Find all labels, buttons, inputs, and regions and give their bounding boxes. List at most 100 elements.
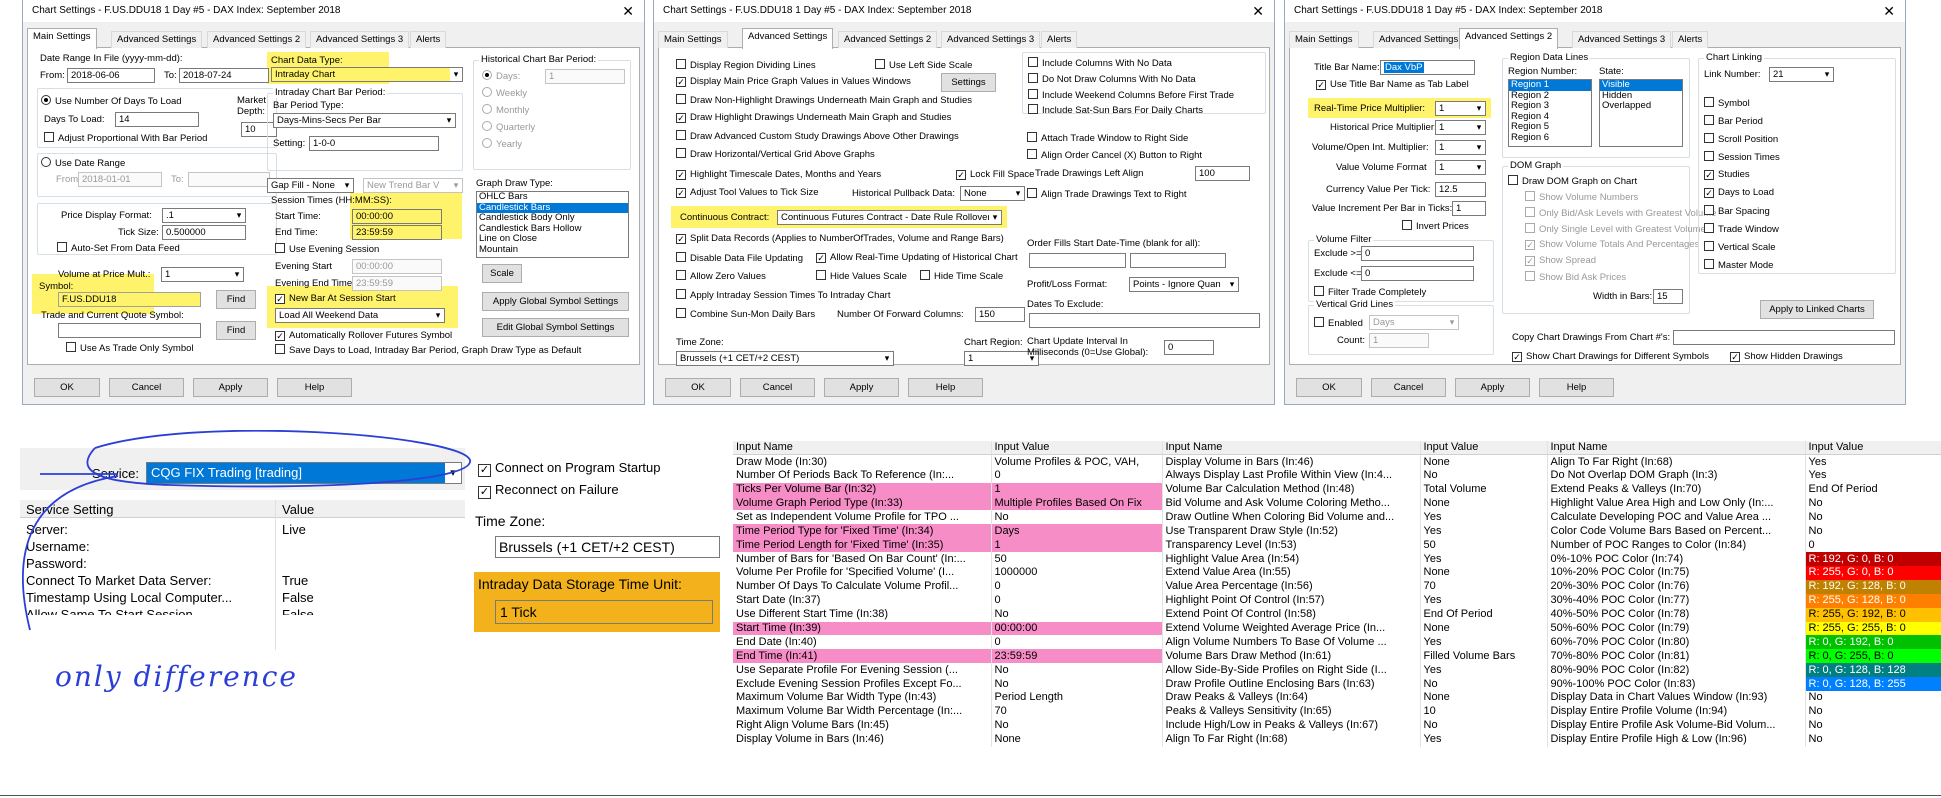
check-item[interactable]: ✓ Show Volume Totals And Percentages — [1525, 239, 1699, 251]
input-value-cell[interactable]: Yes — [1805, 468, 1941, 483]
check-item[interactable]: Apply Intraday Session Times To Intraday… — [676, 289, 890, 302]
list-item[interactable]: Region 3 — [1509, 100, 1591, 112]
cancel-button[interactable]: Cancel — [109, 378, 184, 397]
input-value-cell[interactable]: 1000000 — [991, 566, 1163, 580]
check-item[interactable]: Show Volume Numbers — [1525, 191, 1638, 204]
tab-alerts[interactable]: Alerts — [1672, 31, 1709, 48]
help-button[interactable]: Help — [1539, 378, 1614, 397]
list-item[interactable]: Region 6 — [1509, 132, 1591, 144]
apply-button[interactable]: Apply — [824, 378, 899, 397]
check-item[interactable]: Display Region Dividing Lines — [676, 59, 816, 72]
check-item[interactable]: Draw Advanced Custom Study Drawings Abov… — [676, 130, 959, 143]
close-icon[interactable]: ✕ — [1252, 0, 1264, 22]
input-value-cell[interactable]: Yes — [1420, 732, 1548, 747]
input-value-cell[interactable]: Volume Profiles & POC, VAH, — [991, 454, 1163, 469]
hist-quarterly-radio[interactable]: Quarterly — [482, 121, 535, 134]
input-value-cell[interactable]: None — [1420, 454, 1548, 469]
input-value-cell[interactable]: Yes — [1420, 510, 1548, 525]
list-item[interactable]: Visible — [1600, 80, 1682, 91]
save-days-checkbox[interactable]: Save Days to Load, Intraday Bar Period, … — [275, 344, 581, 357]
adjust-prop-checkbox[interactable]: Adjust Proportional With Bar Period — [44, 132, 207, 145]
list-item[interactable]: Candlestick Body Only — [477, 212, 628, 224]
bar-period-type-dropdown[interactable]: Days-Mins-Secs Per Bar — [273, 113, 456, 128]
storage-field[interactable]: 1 Tick — [495, 600, 713, 624]
input-value-cell[interactable]: Yes — [1420, 524, 1548, 539]
input-value-cell[interactable]: Yes — [1420, 663, 1548, 678]
input-value-cell[interactable]: No — [991, 718, 1163, 733]
order-fills-time-field[interactable] — [1130, 253, 1226, 268]
check-item[interactable]: Use Left Side Scale — [875, 59, 972, 72]
fwd-cols-field[interactable]: 150 — [975, 307, 1025, 322]
tab-alerts[interactable]: Alerts — [410, 31, 447, 48]
input-value-cell[interactable]: R: 255, G: 0, B: 0 — [1805, 566, 1941, 580]
tab-advanced-settings-2[interactable]: Advanced Settings 2 — [838, 31, 938, 48]
vol-inc-field[interactable]: 1 — [1452, 201, 1486, 216]
settings-button[interactable]: Settings — [941, 73, 996, 92]
check-item[interactable]: ✓ Show Spread — [1525, 255, 1596, 267]
input-value-cell[interactable]: Yes — [1420, 552, 1548, 567]
vol-oi-dropdown[interactable]: 1 — [1435, 140, 1486, 155]
input-value-cell[interactable]: No — [1805, 704, 1941, 719]
check-item[interactable]: Include Weekend Columns Before First Tra… — [1028, 89, 1234, 102]
gap-fill-dropdown[interactable]: Gap Fill - None — [267, 178, 354, 193]
input-value-cell[interactable]: 0 — [991, 468, 1163, 483]
service-tz-field[interactable]: Brussels (+1 CET/+2 CEST) — [495, 536, 720, 558]
graph-draw-list[interactable]: OHLC Bars Candlestick Bars Candlestick B… — [476, 191, 629, 258]
input-value-cell[interactable]: R: 255, G: 255, B: 0 — [1805, 621, 1941, 636]
scale-button[interactable]: Scale — [482, 264, 522, 283]
check-item[interactable]: Trade Window — [1704, 223, 1779, 236]
from-date-field[interactable]: 2018-06-06 — [67, 68, 155, 83]
evening-start-field[interactable]: 00:00:00 — [352, 259, 442, 274]
tab-advanced-settings[interactable]: Advanced Settings — [742, 28, 834, 49]
pl-format-dropdown[interactable]: Points - Ignore Quan — [1129, 277, 1239, 292]
input-value-cell[interactable]: Yes — [1805, 454, 1941, 469]
load-weekend-dropdown[interactable]: Load All Weekend Data — [275, 308, 445, 323]
input-value-cell[interactable]: Period Length — [991, 691, 1163, 705]
input-value-cell[interactable]: 0 — [991, 579, 1163, 594]
tab-advanced-settings-3[interactable]: Advanced Settings 3 — [310, 31, 410, 48]
time-zone-dropdown[interactable]: Brussels (+1 CET/+2 CEST) — [676, 351, 894, 366]
tab-main-settings[interactable]: Main Settings — [658, 31, 728, 48]
hist-monthly-radio[interactable]: Monthly — [482, 104, 529, 117]
check-item[interactable]: Scroll Position — [1704, 133, 1778, 146]
tab-advanced-settings-2[interactable]: Advanced Settings 2 — [1459, 28, 1559, 49]
input-value-cell[interactable]: 70 — [991, 704, 1163, 719]
input-value-cell[interactable]: No — [1805, 496, 1941, 511]
ok-button[interactable]: OK — [34, 378, 100, 397]
input-value-cell[interactable]: No — [991, 663, 1163, 678]
trade-left-field[interactable]: 100 — [1195, 166, 1250, 181]
to-date-field[interactable]: 2018-07-24 — [179, 68, 269, 83]
tab-alerts[interactable]: Alerts — [1041, 31, 1078, 48]
input-value-cell[interactable]: 00:00:00 — [991, 621, 1163, 636]
check-item[interactable]: Hide Time Scale — [920, 270, 1003, 283]
use-days-radio[interactable]: Use Number Of Days To Load — [41, 95, 182, 108]
input-value-cell[interactable]: No — [991, 607, 1163, 622]
start-time-field[interactable]: 00:00:00 — [352, 209, 442, 224]
input-value-cell[interactable]: End Of Period — [1805, 482, 1941, 497]
input-value-cell[interactable]: Filled Volume Bars — [1420, 649, 1548, 664]
check-item[interactable]: Combine Sun-Mon Daily Bars — [676, 308, 815, 321]
input-value-cell[interactable]: No — [1420, 718, 1548, 733]
tab-advanced-settings-3[interactable]: Advanced Settings 3 — [941, 31, 1041, 48]
end-time-field[interactable]: 23:59:59 — [352, 225, 442, 240]
auto-set-checkbox[interactable]: Auto-Set From Data Feed — [57, 242, 180, 255]
dates-exclude-field[interactable] — [1029, 313, 1260, 328]
check-item[interactable]: ✓ Draw Highlight Drawings Underneath Main… — [676, 112, 951, 124]
check-item[interactable]: Disable Data File Updating — [676, 252, 803, 265]
input-value-cell[interactable]: 1 — [991, 482, 1163, 497]
input-value-cell[interactable]: No — [1420, 677, 1548, 692]
check-item[interactable]: ✓ Highlight Timescale Dates, Months and Y… — [676, 169, 881, 181]
input-value-cell[interactable]: R: 0, G: 192, B: 0 — [1805, 635, 1941, 650]
input-value-cell[interactable]: No — [1805, 732, 1941, 747]
filter-complete-checkbox[interactable]: Filter Trade Completely — [1314, 286, 1426, 299]
link-number-dropdown[interactable]: 21 — [1769, 67, 1834, 82]
list-item[interactable]: Line on Close — [477, 233, 628, 245]
input-value-cell[interactable]: No — [1805, 510, 1941, 525]
tab-main-settings[interactable]: Main Settings — [1289, 31, 1359, 48]
check-item[interactable]: ✓ Split Data Records (Applies to NumberOf… — [676, 233, 1004, 245]
state-list[interactable]: Visible Hidden Overlapped — [1599, 79, 1683, 147]
input-value-cell[interactable]: R: 0, G: 255, B: 0 — [1805, 649, 1941, 664]
close-icon[interactable]: ✕ — [1883, 0, 1895, 22]
input-value-cell[interactable]: None — [1420, 621, 1548, 636]
check-item[interactable]: Align Order Cancel (X) Button to Right — [1027, 149, 1202, 162]
